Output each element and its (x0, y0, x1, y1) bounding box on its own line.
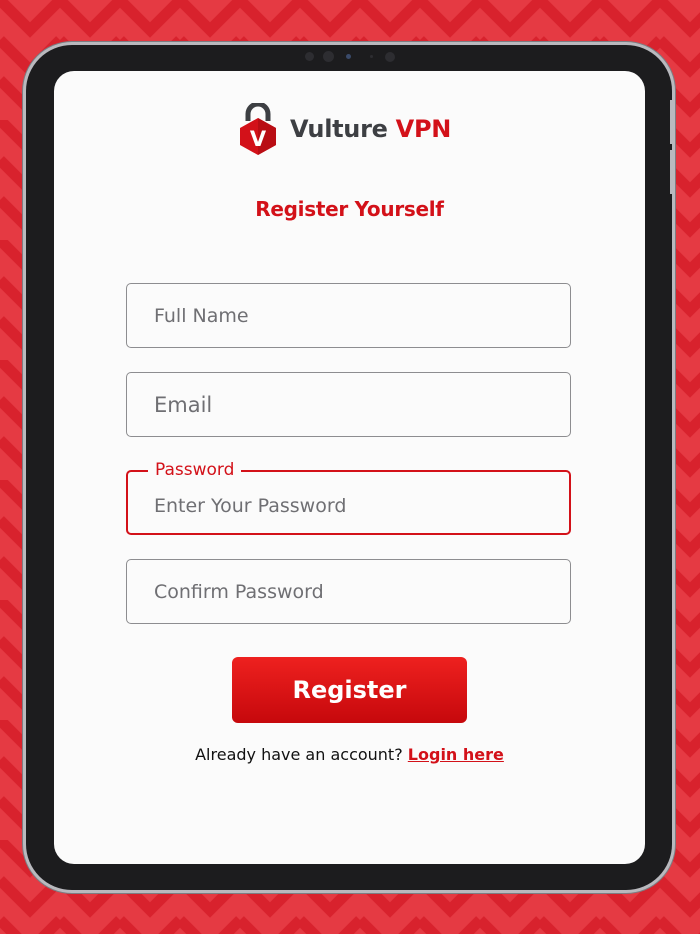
brand-name: Vulture VPN (290, 115, 451, 143)
camera-sensor (370, 55, 373, 58)
brand-name-part1: Vulture (290, 115, 388, 143)
email-input[interactable] (127, 373, 570, 436)
password-input[interactable] (128, 472, 569, 533)
camera-sensor (385, 52, 395, 62)
camera-indicator (346, 54, 351, 59)
login-link[interactable]: Login here (408, 745, 504, 764)
login-prompt-text: Already have an account? (195, 745, 403, 764)
email-field[interactable] (126, 372, 571, 437)
full-name-field[interactable] (126, 283, 571, 348)
page-title: Register Yourself (255, 197, 444, 221)
padlock-v-icon: V (240, 103, 276, 155)
register-screen: V Vulture VPN Register Yourself Password… (54, 71, 645, 864)
camera-sensor (305, 52, 314, 61)
password-field[interactable]: Password (126, 459, 571, 535)
full-name-input[interactable] (127, 284, 570, 347)
confirm-password-input[interactable] (127, 560, 570, 623)
brand-logo: V Vulture VPN (238, 103, 451, 155)
confirm-password-field[interactable] (126, 559, 571, 624)
register-button[interactable]: Register (232, 657, 467, 723)
volume-button (670, 150, 674, 194)
login-prompt: Already have an account? Login here (54, 745, 645, 764)
camera-lens (323, 51, 334, 62)
volume-button (670, 100, 674, 144)
brand-name-part2: VPN (395, 115, 452, 143)
logo-letter: V (250, 127, 267, 151)
